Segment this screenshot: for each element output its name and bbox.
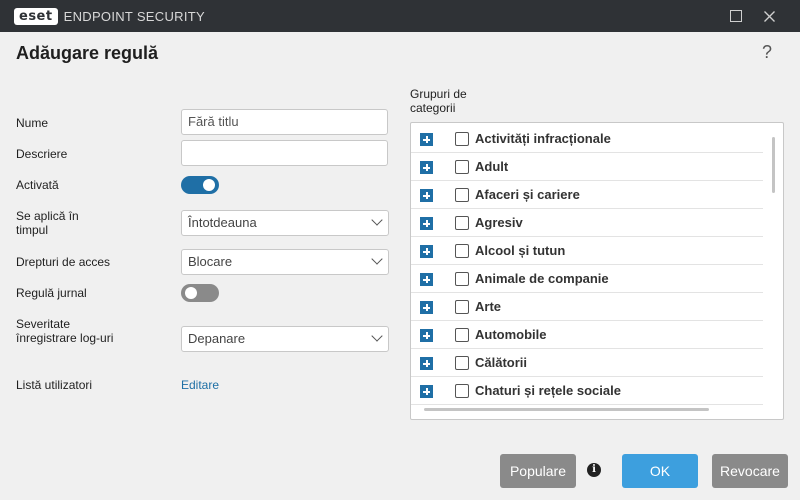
checkbox[interactable] bbox=[455, 216, 469, 230]
name-input[interactable]: Fără titlu bbox=[181, 109, 388, 135]
checkbox[interactable] bbox=[455, 188, 469, 202]
description-input[interactable] bbox=[181, 140, 388, 166]
enabled-toggle[interactable] bbox=[181, 176, 219, 194]
eset-logo-mark: eset bbox=[14, 7, 58, 25]
eset-logo: eset ENDPOINT SECURITY bbox=[14, 7, 205, 25]
populate-button[interactable]: Populare bbox=[500, 454, 576, 488]
severity-label: Severitate înregistrare log-uri bbox=[16, 317, 114, 345]
list-item-label: Arte bbox=[475, 299, 502, 314]
expand-icon[interactable] bbox=[420, 161, 433, 174]
list-item-label: Alcool și tutun bbox=[475, 243, 566, 258]
applies-select[interactable]: Întotdeauna bbox=[181, 210, 389, 236]
list-item-label: Activități infracționale bbox=[475, 131, 611, 146]
maximize-icon bbox=[730, 10, 742, 22]
list-item[interactable]: Agresiv bbox=[411, 209, 763, 237]
severity-select-value: Depanare bbox=[188, 331, 246, 346]
expand-icon[interactable] bbox=[420, 133, 433, 146]
chevron-down-icon bbox=[371, 214, 383, 226]
horizontal-scrollbar[interactable] bbox=[424, 408, 709, 411]
page-title: Adăugare regulă bbox=[16, 43, 159, 63]
close-icon bbox=[763, 10, 775, 22]
access-select-value: Blocare bbox=[188, 254, 233, 269]
enabled-label: Activată bbox=[16, 178, 59, 192]
title-bar: eset ENDPOINT SECURITY bbox=[0, 0, 800, 32]
checkbox[interactable] bbox=[455, 384, 469, 398]
category-groups-list[interactable]: Activități infracționale Adult Afaceri ș… bbox=[410, 122, 784, 420]
cancel-button[interactable]: Revocare bbox=[712, 454, 788, 488]
list-item[interactable]: Adult bbox=[411, 153, 763, 181]
list-item-label: Automobile bbox=[475, 327, 547, 342]
list-item-label: Animale de companie bbox=[475, 271, 609, 286]
expand-icon[interactable] bbox=[420, 357, 433, 370]
edit-users-link[interactable]: Editare bbox=[181, 378, 219, 392]
list-item[interactable]: Animale de companie bbox=[411, 265, 763, 293]
access-select[interactable]: Blocare bbox=[181, 249, 389, 275]
checkbox[interactable] bbox=[455, 356, 469, 370]
toggle-knob bbox=[203, 179, 215, 191]
users-label: Listă utilizatori bbox=[16, 378, 93, 392]
vertical-scrollbar[interactable] bbox=[772, 137, 775, 193]
checkbox[interactable] bbox=[455, 160, 469, 174]
maximize-button[interactable] bbox=[720, 0, 752, 32]
list-item-label: Adult bbox=[475, 159, 509, 174]
ok-button[interactable]: OK bbox=[622, 454, 698, 488]
list-item[interactable]: Afaceri și cariere bbox=[411, 181, 763, 209]
list-item-label: Chaturi și rețele sociale bbox=[475, 383, 621, 398]
list-item[interactable]: Chaturi și rețele sociale bbox=[411, 377, 763, 405]
severity-select[interactable]: Depanare bbox=[181, 326, 389, 352]
list-item[interactable]: Călătorii bbox=[411, 349, 763, 377]
checkbox[interactable] bbox=[455, 300, 469, 314]
expand-icon[interactable] bbox=[420, 245, 433, 258]
expand-icon[interactable] bbox=[420, 189, 433, 202]
log-rule-toggle[interactable] bbox=[181, 284, 219, 302]
log-rule-label: Regulă jurnal bbox=[16, 286, 87, 300]
expand-icon[interactable] bbox=[420, 329, 433, 342]
access-label: Drepturi de acces bbox=[16, 255, 111, 269]
expand-icon[interactable] bbox=[420, 301, 433, 314]
checkbox[interactable] bbox=[455, 328, 469, 342]
list-item-label: Călătorii bbox=[475, 355, 528, 370]
checkbox[interactable] bbox=[455, 244, 469, 258]
chevron-down-icon bbox=[371, 253, 383, 265]
list-item[interactable]: Activități infracționale bbox=[411, 125, 763, 153]
groups-label: Grupuri de categorii bbox=[410, 87, 467, 115]
applies-label: Se aplică în timpul bbox=[16, 209, 79, 237]
name-label: Nume bbox=[16, 116, 49, 130]
list-item[interactable]: Automobile bbox=[411, 321, 763, 349]
toggle-knob bbox=[185, 287, 197, 299]
expand-icon[interactable] bbox=[420, 217, 433, 230]
product-name: ENDPOINT SECURITY bbox=[63, 8, 205, 24]
checkbox[interactable] bbox=[455, 132, 469, 146]
list-item[interactable]: Arte bbox=[411, 293, 763, 321]
close-button[interactable] bbox=[753, 0, 785, 32]
list-item-label: Agresiv bbox=[475, 215, 523, 230]
list-item-label: Afaceri și cariere bbox=[475, 187, 580, 202]
checkbox[interactable] bbox=[455, 272, 469, 286]
info-icon[interactable]: i bbox=[587, 463, 601, 477]
expand-icon[interactable] bbox=[420, 273, 433, 286]
list-item[interactable]: Alcool și tutun bbox=[411, 237, 763, 265]
applies-select-value: Întotdeauna bbox=[188, 215, 257, 230]
description-label: Descriere bbox=[16, 147, 68, 161]
help-icon[interactable]: ? bbox=[762, 42, 772, 63]
expand-icon[interactable] bbox=[420, 385, 433, 398]
chevron-down-icon bbox=[371, 330, 383, 342]
